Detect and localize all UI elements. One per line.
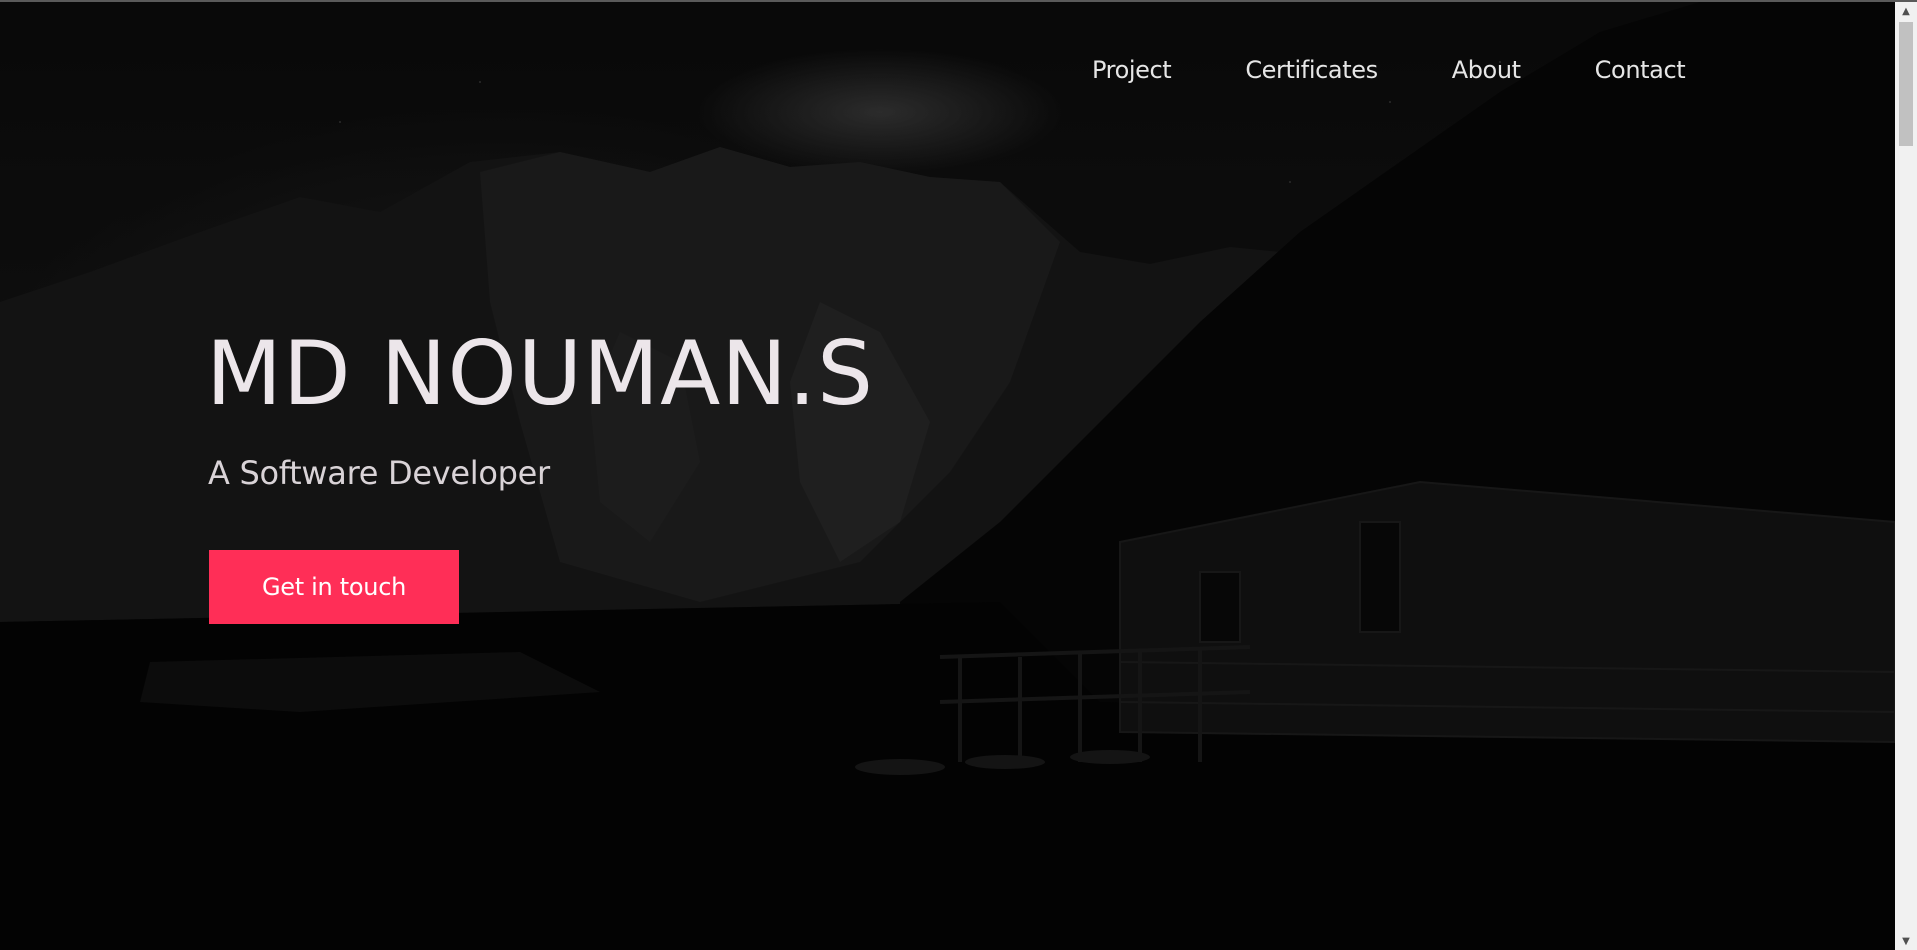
hero-name-heading: MD NOUMAN.S <box>206 322 874 425</box>
nav-link-certificates[interactable]: Certificates <box>1245 56 1378 84</box>
main-navigation: Project Certificates About Contact <box>1092 56 1686 84</box>
scrollbar-thumb[interactable] <box>1899 22 1913 146</box>
nav-link-project[interactable]: Project <box>1092 56 1172 84</box>
triangle-down-icon[interactable]: ▼ <box>1895 932 1917 950</box>
nav-link-about[interactable]: About <box>1452 56 1521 84</box>
get-in-touch-button[interactable]: Get in touch <box>209 550 459 624</box>
hero-section: Project Certificates About Contact MD NO… <box>0 2 1895 950</box>
vertical-scrollbar[interactable]: ▲ ▼ <box>1895 2 1917 950</box>
nav-link-contact[interactable]: Contact <box>1595 56 1686 84</box>
triangle-up-icon[interactable]: ▲ <box>1895 2 1917 20</box>
hero-subtitle: A Software Developer <box>208 454 550 492</box>
browser-top-border <box>0 0 1917 2</box>
page-viewport: Project Certificates About Contact MD NO… <box>0 0 1917 950</box>
